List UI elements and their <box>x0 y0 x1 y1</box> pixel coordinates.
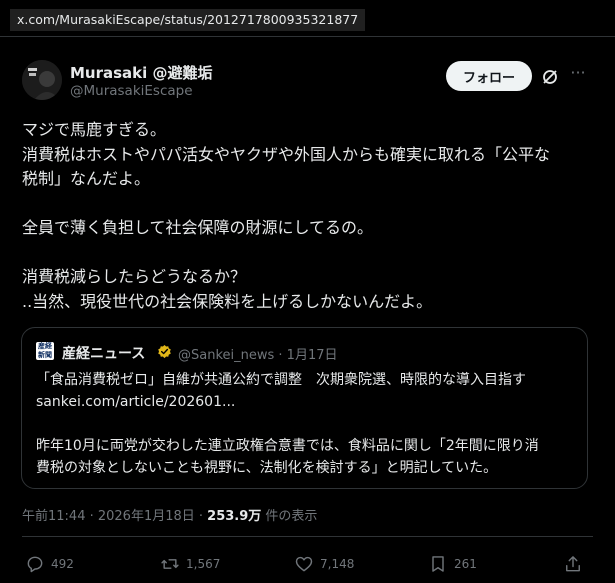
sankei-logo: 産経新聞 <box>36 342 54 360</box>
avatar[interactable] <box>22 60 62 100</box>
bookmark-button[interactable]: 261 <box>428 553 477 575</box>
url-bar[interactable]: x.com/MurasakiEscape/status/201271780093… <box>10 9 366 31</box>
author-handle[interactable]: @MurasakiEscape <box>70 83 193 99</box>
timestamp[interactable]: 午前11:44 · 2026年1月18日 · <box>22 509 207 524</box>
bookmark-icon <box>432 556 444 572</box>
tweet-meta: 午前11:44 · 2026年1月18日 · 253.9万 件の表示 <box>22 505 317 524</box>
quote-line <box>36 413 581 435</box>
quote-author-name[interactable]: 産経ニュース <box>62 343 145 363</box>
repost-button[interactable]: 1,567 <box>160 553 220 575</box>
share-icon <box>566 556 580 572</box>
like-count: 7,148 <box>320 557 355 571</box>
bookmark-count: 261 <box>454 557 477 571</box>
quote-line: 費税の対象としないことも視野に、法制化を検討する」と明記していた。 <box>36 460 498 476</box>
quote-line: 「食品消費税ゼロ」自維が共通公約で調整 次期衆院選、時限的な導入目指す <box>36 372 526 388</box>
quote-link[interactable]: sankei.com/article/202601... <box>36 391 581 413</box>
reply-icon <box>27 556 43 573</box>
quote-text: 「食品消費税ゼロ」自維が共通公約で調整 次期衆院選、時限的な導入目指す sank… <box>36 369 581 479</box>
more-icon[interactable]: ··· <box>569 64 587 82</box>
repost-count: 1,567 <box>186 557 221 571</box>
reply-count: 492 <box>51 557 74 571</box>
tweet-line: 消費税はホストやパパ活女やヤクザや外国人からも確実に取れる「公平な <box>22 144 551 164</box>
quoted-tweet[interactable]: 産経新聞 産経ニュース @Sankei_news · 1月17日 「食品消費税ゼ… <box>21 327 588 489</box>
tweet-line: 全員で薄く負担して社会保障の財源にしてるの。 <box>22 218 374 237</box>
verified-badge-icon <box>158 344 171 359</box>
like-button[interactable]: 7,148 <box>294 553 354 575</box>
tweet-line: ..当然、現役世代の社会保険料を上げるしかないんだよ。 <box>22 291 433 311</box>
view-count: 253.9万 <box>207 509 262 524</box>
view-count-suffix: 件の表示 <box>261 509 318 524</box>
tweet-line: 税制」なんだよ。 <box>22 169 151 188</box>
heart-icon <box>295 556 313 572</box>
quote-handle-date[interactable]: @Sankei_news · 1月17日 <box>178 344 338 363</box>
tweet-line <box>22 192 602 217</box>
repost-icon <box>161 559 179 569</box>
quote-line: 昨年10月に両党が交わした連立政権合意書では、食料品に関し「2年間に限り消 <box>36 438 539 454</box>
author-name[interactable]: Murasaki @避難垢 <box>70 62 213 83</box>
share-button[interactable] <box>563 553 583 575</box>
tweet-line: 消費税減らしたらどうなるか？ <box>22 267 247 286</box>
grok-icon[interactable] <box>541 68 559 86</box>
reply-button[interactable]: 492 <box>25 553 74 575</box>
tweet-text: マジで馬鹿すぎる。 消費税はホストやパパ活女やヤクザや外国人からも確実に取れる「… <box>22 118 602 314</box>
follow-button[interactable]: フォロー <box>446 61 532 91</box>
tweet-line <box>22 241 602 266</box>
tweet-line: マジで馬鹿すぎる。 <box>22 120 167 139</box>
actions-divider <box>22 536 593 537</box>
